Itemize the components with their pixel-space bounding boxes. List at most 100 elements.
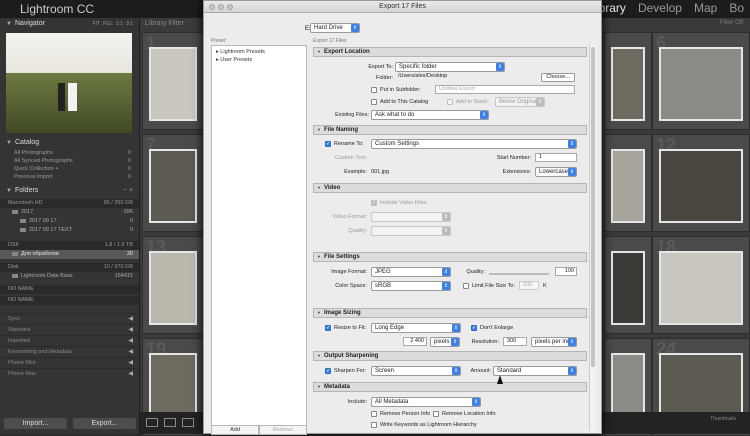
export-destination-select[interactable]: Hard Drive ⇕ [310,23,360,33]
photo-thumbnail[interactable] [659,251,743,325]
start-number-field[interactable]: 1 [535,153,577,162]
zoom-1-1[interactable]: 1:1 [116,18,123,30]
resolution-field[interactable]: 300 [503,337,527,346]
zoom-fit[interactable]: FIT [93,18,101,30]
library-filter-label[interactable]: Library Filter : [145,20,188,27]
metadata-include-select[interactable]: All Metadata ⇕ [371,397,481,407]
collapsed-panel[interactable]: Phone Max ◀ [0,368,139,379]
location-export-to-select[interactable]: Specific folder ⇕ [395,62,505,72]
volume-row[interactable]: Macintosh HD 95 / 250 GB [0,199,139,208]
module-develop[interactable]: Develop [638,1,682,15]
folder-row[interactable]: 2017 09 17 0 [0,217,139,226]
preset-folder[interactable]: ▸ User Presets [212,56,306,64]
zoom-window-icon[interactable] [227,4,233,10]
size-field[interactable]: 2 400 [403,337,427,346]
catalog-item[interactable]: Previous Import 0 [0,173,139,181]
resize-checkbox[interactable] [325,325,331,331]
volume-row[interactable]: NO NAME [0,296,139,305]
import-button[interactable]: Import... [4,418,67,429]
minimize-window-icon[interactable] [218,4,224,10]
remove-person-checkbox[interactable] [371,411,377,417]
photo-thumbnail[interactable] [611,251,645,325]
catalog-header[interactable]: ▼ Catalog [0,137,139,149]
grid-cell[interactable]: 18 [652,236,750,334]
limit-size-field[interactable]: 100 [519,281,539,290]
remove-location-checkbox[interactable] [433,411,439,417]
section-video[interactable]: Video [313,183,587,193]
folder-row[interactable]: 2017 09 17 TEXT 0 [0,226,139,235]
zoom-fill[interactable]: FILL [103,18,113,30]
loupe-view-icon[interactable] [164,418,176,427]
grid-cell[interactable]: 1 [142,32,204,130]
add-to-catalog-checkbox[interactable] [371,99,377,105]
catalog-item[interactable]: All Synced Photographs 0 [0,157,139,165]
color-space-select[interactable]: sRGB ⇕ [371,281,451,291]
folder-row-selected[interactable]: Для обработки 30 [0,250,139,259]
add-to-stack-checkbox[interactable] [447,99,453,105]
module-map[interactable]: Map [694,1,717,15]
subfolder-checkbox[interactable] [371,87,377,93]
settings-scrollbar[interactable] [589,45,596,431]
navigator-header[interactable]: ▼ Navigator FIT FILL 1:1 3:1 [0,18,139,30]
photo-thumbnail[interactable] [149,149,197,223]
quality-field[interactable]: 100 [555,267,577,276]
collapsed-panel[interactable]: Sync ◀ [0,313,139,324]
photo-thumbnail[interactable] [659,149,743,223]
grid-cell[interactable]: 13 [142,236,204,334]
photo-thumbnail[interactable] [611,149,645,223]
sharpen-checkbox[interactable] [325,368,331,374]
close-window-icon[interactable] [209,4,215,10]
section-file-settings[interactable]: File Settings [313,252,587,262]
video-format-select[interactable]: ⇕ [371,212,451,222]
section-output-sharpening[interactable]: Output Sharpening [313,351,587,361]
scrollbar-thumb[interactable] [591,47,595,367]
dont-enlarge-checkbox[interactable] [471,325,477,331]
catalog-item[interactable]: All Photographs 0 [0,149,139,157]
photo-thumbnail[interactable] [149,251,197,325]
volume-row[interactable]: DSF 1.8 / 1.9 TB [0,241,139,250]
write-keywords-checkbox[interactable] [371,422,377,428]
subfolder-field[interactable]: Untitled Export [435,85,575,94]
section-image-sizing[interactable]: Image Sizing [313,308,587,318]
volume-row[interactable]: Disk 10 / 970 GB [0,263,139,272]
existing-files-select[interactable]: Ask what to do ⇕ [371,110,489,120]
navigator-preview[interactable] [6,33,132,133]
zoom-3-1[interactable]: 3:1 [126,18,133,30]
grid-cell[interactable] [604,236,652,334]
collapsed-panel[interactable]: Imported ◀ [0,335,139,346]
size-unit-select[interactable]: pixels ⇕ [430,337,460,347]
section-file-naming[interactable]: File Naming [313,125,587,135]
grid-cell[interactable]: 12 [652,134,750,232]
amount-select[interactable]: Standard ⇕ [493,366,577,376]
grid-cell[interactable] [604,32,652,130]
image-format-select[interactable]: JPEG ⇕ [371,267,451,277]
folder-row[interactable]: Lightroom Data Base 164415 [0,272,139,281]
photo-thumbnail[interactable] [149,47,197,121]
folder-row[interactable]: 2017 696 [0,208,139,217]
catalog-item[interactable]: Quick Collection +0 [0,165,139,173]
choose-folder-button[interactable]: Choose... [541,73,575,82]
photo-thumbnail[interactable] [611,47,645,121]
section-export-location[interactable]: Export Location [313,47,587,57]
grid-cell[interactable]: 6 [652,32,750,130]
collapsed-panel[interactable]: Standard ◀ [0,324,139,335]
extensions-select[interactable]: Lowercase ⇕ [535,167,577,177]
module-book[interactable]: Bo [729,1,744,15]
limit-size-checkbox[interactable] [463,283,469,289]
grid-view-icon[interactable] [146,418,158,427]
compare-view-icon[interactable] [182,418,194,427]
preset-folder[interactable]: ▸ Lightroom Presets [212,48,306,56]
resolution-unit-select[interactable]: pixels per inch ⇕ [531,337,577,347]
photo-thumbnail[interactable] [659,47,743,121]
quality-slider[interactable] [489,273,549,275]
collapsed-panel[interactable]: Phone Mini ◀ [0,357,139,368]
grid-cell[interactable]: 7 [142,134,204,232]
add-folder-icon[interactable]: − + [123,185,133,197]
resize-mode-select[interactable]: Long Edge ⇕ [371,323,461,333]
export-button[interactable]: Export... [73,418,136,429]
include-video-checkbox[interactable] [371,200,377,206]
collapsed-panel[interactable]: Keywording and Metadata ◀ [0,346,139,357]
filter-status[interactable]: Filter Off [720,20,743,26]
sharpen-for-select[interactable]: Screen ⇕ [371,366,461,376]
rename-checkbox[interactable] [325,141,331,147]
